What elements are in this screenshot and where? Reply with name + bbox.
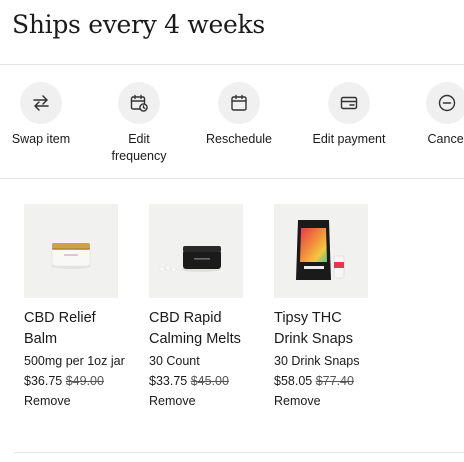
page-title: Ships every 4 weeks [12,10,265,39]
cancel-button[interactable]: Cancel [402,82,464,148]
current-price: $33.75 [149,374,188,388]
remove-button[interactable]: Remove [274,393,378,410]
swap-arrows-icon [20,82,62,124]
reschedule-label: Reschedule [205,132,272,146]
reschedule-button[interactable]: Reschedule [194,82,284,148]
original-price: $77.40 [315,374,354,388]
swap-item-label: Swap item [11,132,71,146]
header-divider [0,64,464,65]
product-card: Tipsy THC Drink Snaps 30 Drink Snaps $58… [274,204,378,410]
product-name: CBD Rapid Calming Melts [149,310,241,347]
product-image[interactable] [274,204,368,298]
product-card: CBD Relief Balm 500mg per 1oz jar $36.75… [24,204,128,410]
calendar-clock-icon [118,82,160,124]
original-price: $45.00 [190,374,229,388]
product-card: CBD Rapid Calming Melts 30 Count $33.75 … [149,204,253,410]
product-image[interactable] [24,204,118,298]
remove-button[interactable]: Remove [149,393,253,410]
minus-circle-icon [426,82,464,124]
edit-frequency-label: Edit frequency [111,132,167,163]
remove-button[interactable]: Remove [24,393,128,410]
edit-payment-button[interactable]: Edit payment [304,82,394,148]
product-variant: 500mg per 1oz jar [24,354,125,368]
bottom-divider [14,452,464,453]
current-price: $36.75 [24,374,63,388]
current-price: $58.05 [274,374,313,388]
product-image[interactable] [149,204,243,298]
product-variant: 30 Drink Snaps [274,354,360,368]
edit-payment-label: Edit payment [312,132,386,146]
calendar-icon [218,82,260,124]
actions-divider [0,178,464,179]
product-price: $36.75 $49.00 [24,373,128,390]
product-name: CBD Relief Balm [24,310,96,347]
original-price: $49.00 [65,374,104,388]
edit-frequency-button[interactable]: Edit frequency [94,82,184,165]
product-variant: 30 Count [149,354,200,368]
product-price: $33.75 $45.00 [149,373,253,390]
cancel-label: Cancel [427,132,464,146]
wallet-card-icon [328,82,370,124]
swap-item-button[interactable]: Swap item [0,82,86,148]
product-name: Tipsy THC Drink Snaps [274,310,353,347]
product-price: $58.05 $77.40 [274,373,378,390]
